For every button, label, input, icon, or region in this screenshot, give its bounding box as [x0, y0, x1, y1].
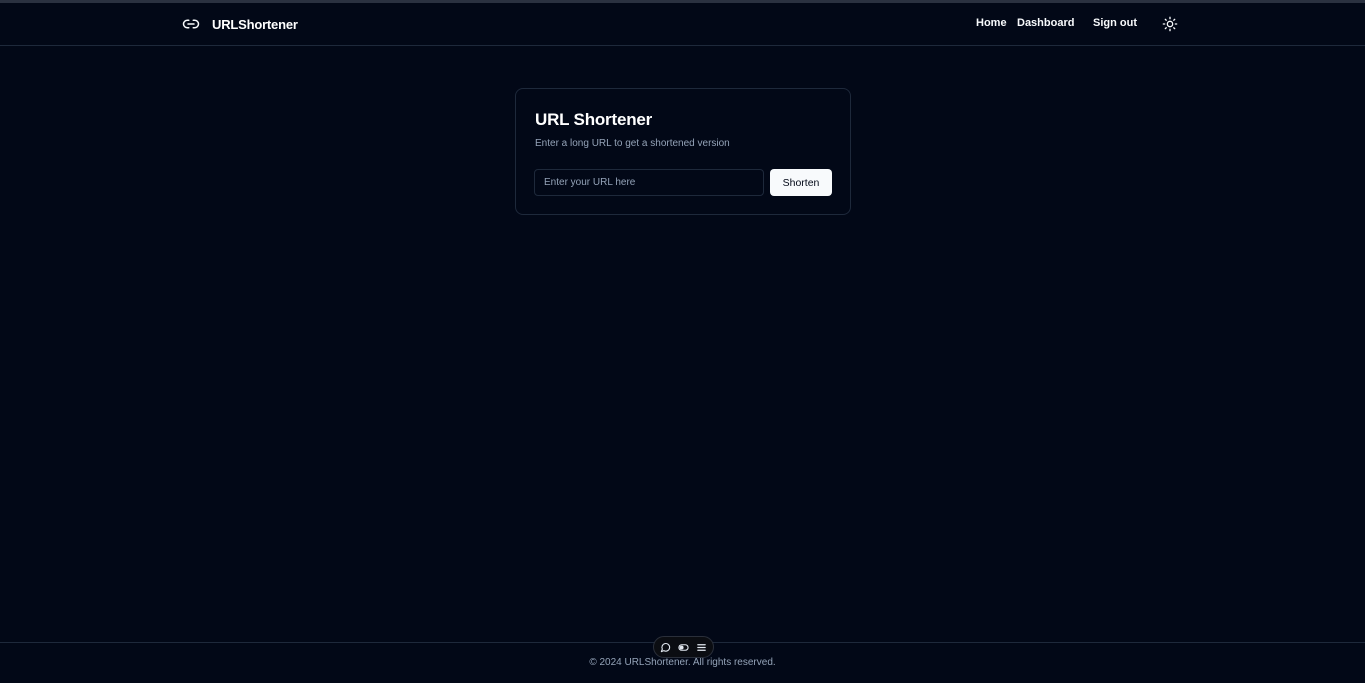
- nav-home-link[interactable]: Home: [976, 17, 1007, 29]
- sign-out-link[interactable]: Sign out: [1093, 17, 1137, 29]
- link-icon: [182, 19, 200, 29]
- brand[interactable]: URLShortener: [182, 15, 298, 33]
- toggle-icon[interactable]: [678, 642, 689, 653]
- chat-icon[interactable]: [660, 642, 671, 653]
- url-input[interactable]: [534, 169, 764, 196]
- shorten-button[interactable]: Shorten: [770, 169, 832, 196]
- dev-toolbar: [653, 636, 714, 658]
- card-title: URL Shortener: [535, 110, 653, 129]
- copyright-text: © 2024 URLShortener. All rights reserved…: [589, 657, 776, 668]
- nav-dashboard-link[interactable]: Dashboard: [1017, 17, 1074, 29]
- brand-name: URLShortener: [212, 16, 298, 32]
- shortener-card: URL Shortener Enter a long URL to get a …: [515, 88, 851, 215]
- card-description: Enter a long URL to get a shortened vers…: [535, 138, 730, 149]
- sun-icon[interactable]: [1162, 16, 1178, 32]
- site-header: URLShortener Home Dashboard Sign out: [0, 3, 1365, 46]
- menu-icon[interactable]: [696, 642, 707, 653]
